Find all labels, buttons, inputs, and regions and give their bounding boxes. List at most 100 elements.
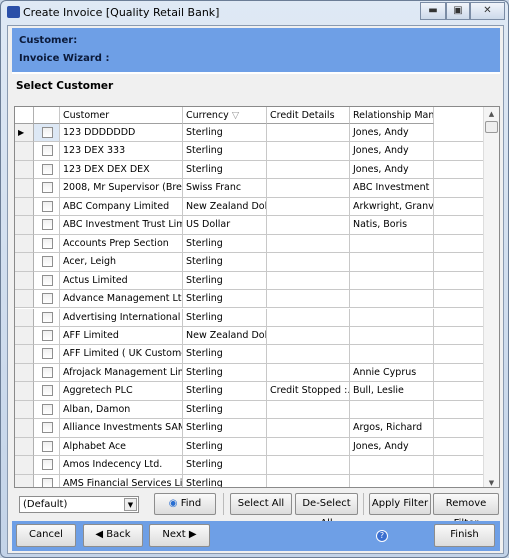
- table-row[interactable]: Aggretech PLC Sterling Credit Stopped :...…: [15, 382, 485, 401]
- table-row[interactable]: Amos Indecency Ltd. Sterling: [15, 456, 485, 475]
- row-select-cell[interactable]: [34, 326, 60, 346]
- row-header[interactable]: ▶: [15, 124, 34, 143]
- row-select-cell[interactable]: [34, 271, 60, 291]
- row-header[interactable]: [15, 271, 34, 291]
- row-header[interactable]: [15, 382, 34, 401]
- row-select-cell[interactable]: [34, 382, 60, 401]
- row-checkbox[interactable]: [42, 256, 53, 268]
- row-select-cell[interactable]: [34, 308, 60, 327]
- finish-button[interactable]: Finish: [434, 524, 495, 547]
- maximize-button[interactable]: ▣: [446, 2, 470, 20]
- row-checkbox[interactable]: [42, 366, 53, 378]
- row-checkbox[interactable]: [42, 182, 53, 194]
- table-row[interactable]: Advance Management Ltd Sterling: [15, 290, 485, 309]
- table-row[interactable]: AFF Limited ( UK Customer) Sterling: [15, 345, 485, 364]
- row-header[interactable]: [15, 216, 34, 235]
- row-checkbox[interactable]: [42, 145, 53, 157]
- find-button[interactable]: ◉ Find: [154, 493, 216, 515]
- row-header[interactable]: [15, 456, 34, 475]
- row-select-cell[interactable]: [34, 124, 60, 143]
- row-checkbox[interactable]: [42, 163, 53, 175]
- table-row[interactable]: ABC Company LimitedNew Zealand Dollar Ark…: [15, 197, 485, 217]
- table-row[interactable]: 123 DEX DEX DEX Sterling Jones, Andy: [15, 160, 485, 180]
- row-select-cell[interactable]: [34, 419, 60, 438]
- row-header[interactable]: [15, 253, 34, 272]
- apply-filter-button[interactable]: Apply Filter: [369, 493, 431, 515]
- table-row[interactable]: ABC Investment Trust Limi...US Dollar Nat…: [15, 216, 485, 235]
- back-button[interactable]: ◀ Back: [83, 524, 143, 547]
- row-checkbox[interactable]: [42, 311, 53, 323]
- table-row[interactable]: ▶ 123 DDDDDDD Sterling Jones, Andy: [15, 124, 485, 143]
- row-select-cell[interactable]: [34, 363, 60, 383]
- table-row[interactable]: AMS Financial Services Limi...Sterling: [15, 474, 485, 487]
- row-select-cell[interactable]: [34, 197, 60, 217]
- row-checkbox[interactable]: [42, 274, 53, 286]
- row-checkbox[interactable]: [42, 127, 53, 138]
- row-checkbox[interactable]: [42, 329, 53, 341]
- row-header[interactable]: [15, 363, 34, 383]
- help-icon[interactable]: ?: [376, 530, 388, 542]
- row-checkbox[interactable]: [42, 385, 53, 397]
- table-row[interactable]: Actus Limited Sterling: [15, 271, 485, 291]
- row-checkbox[interactable]: [42, 348, 53, 360]
- minimize-button[interactable]: ▬: [420, 2, 446, 20]
- select-column-header[interactable]: [34, 107, 60, 124]
- row-header[interactable]: [15, 345, 34, 364]
- view-select[interactable]: (Default) ▼: [19, 496, 139, 513]
- row-header[interactable]: [15, 179, 34, 198]
- scroll-down-arrow[interactable]: ▼: [484, 479, 499, 487]
- row-checkbox[interactable]: [42, 403, 53, 415]
- close-button[interactable]: ✕: [470, 2, 505, 20]
- row-header[interactable]: [15, 419, 34, 438]
- scroll-thumb[interactable]: [485, 121, 498, 133]
- deselect-all-button[interactable]: De-Select All: [295, 493, 358, 529]
- table-row[interactable]: 2008, Mr Supervisor (Brett...Swiss Franc…: [15, 179, 485, 198]
- row-select-cell[interactable]: [34, 345, 60, 364]
- table-row[interactable]: Acer, Leigh Sterling: [15, 253, 485, 272]
- table-row[interactable]: Accounts Prep Section Sterling: [15, 234, 485, 254]
- row-select-cell[interactable]: [34, 437, 60, 457]
- row-checkbox[interactable]: [42, 237, 53, 249]
- table-row[interactable]: AFF LimitedNew Zealand Dollar: [15, 326, 485, 346]
- column-header-credit-details[interactable]: Credit Details: [267, 107, 350, 124]
- chevron-down-icon[interactable]: ▼: [124, 498, 137, 511]
- row-header[interactable]: [15, 437, 34, 457]
- row-checkbox[interactable]: [42, 293, 53, 305]
- row-checkbox[interactable]: [42, 219, 53, 231]
- row-select-cell[interactable]: [34, 179, 60, 198]
- row-checkbox[interactable]: [42, 459, 53, 471]
- select-all-button[interactable]: Select All: [230, 493, 292, 515]
- remove-filter-button[interactable]: Remove Filter: [433, 493, 499, 529]
- row-header[interactable]: [15, 326, 34, 346]
- row-header[interactable]: [15, 142, 34, 161]
- row-checkbox[interactable]: [42, 200, 53, 212]
- row-select-cell[interactable]: [34, 400, 60, 420]
- table-row[interactable]: Afrojack Management LimitedSterling Annie…: [15, 363, 485, 383]
- row-header[interactable]: [15, 308, 34, 327]
- row-select-cell[interactable]: [34, 216, 60, 235]
- row-select-cell[interactable]: [34, 160, 60, 180]
- column-header-customer[interactable]: Customer: [60, 107, 183, 124]
- column-header-relationship-manager[interactable]: Relationship Man...: [350, 107, 434, 124]
- next-button[interactable]: Next ▶: [149, 524, 210, 547]
- row-checkbox[interactable]: [42, 477, 53, 487]
- table-row[interactable]: Alban, Damon Sterling: [15, 400, 485, 420]
- row-select-cell[interactable]: [34, 253, 60, 272]
- table-row[interactable]: Advertising International Li...Sterling: [15, 308, 485, 327]
- scroll-up-arrow[interactable]: ▲: [484, 107, 499, 121]
- row-select-cell[interactable]: [34, 142, 60, 161]
- row-header[interactable]: [15, 234, 34, 254]
- row-header[interactable]: [15, 400, 34, 420]
- cancel-button[interactable]: Cancel: [16, 524, 76, 547]
- table-row[interactable]: 123 DEX 333 Sterling Jones, Andy: [15, 142, 485, 161]
- table-row[interactable]: Alphabet Ace Sterling Jones, Andy: [15, 437, 485, 457]
- row-select-cell[interactable]: [34, 474, 60, 487]
- row-header[interactable]: [15, 290, 34, 309]
- row-header[interactable]: [15, 474, 34, 487]
- row-checkbox[interactable]: [42, 422, 53, 434]
- table-row[interactable]: Alliance Investments SAM Sterling Argos, R…: [15, 419, 485, 438]
- row-select-cell[interactable]: [34, 234, 60, 254]
- row-header[interactable]: [15, 197, 34, 217]
- vertical-scrollbar[interactable]: ▲ ▼: [483, 107, 499, 487]
- row-select-cell[interactable]: [34, 456, 60, 475]
